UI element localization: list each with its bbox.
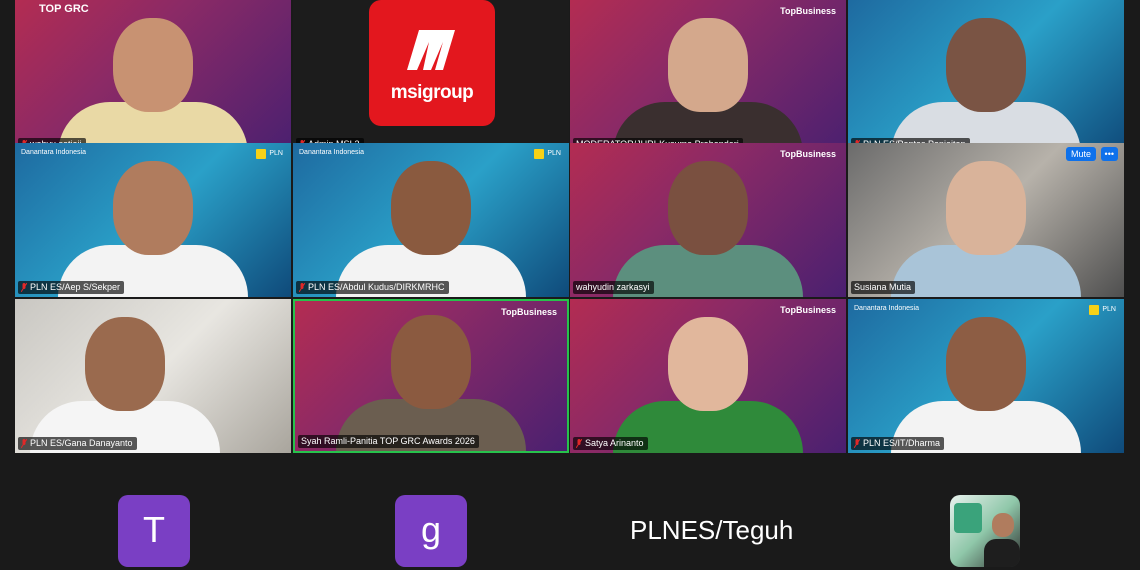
video-tile-3[interactable]: TopBusiness MODERATOR/JURI-Kusuma Praban… bbox=[570, 0, 846, 154]
person-body bbox=[984, 539, 1020, 567]
participant-video bbox=[58, 18, 248, 154]
pln-bolt-icon bbox=[1089, 305, 1100, 315]
video-tile-4[interactable]: PLN ES/Pantas Panjaitan bbox=[848, 0, 1124, 154]
video-tile-6[interactable]: Danantara Indonesia PLN PLN ES/Abdul Kud… bbox=[293, 143, 569, 297]
event-badge-icon bbox=[954, 503, 982, 533]
video-tile-5[interactable]: Danantara Indonesia PLN PLN ES/Aep S/Sek… bbox=[15, 143, 291, 297]
participant-video bbox=[613, 18, 803, 154]
video-tile-12[interactable]: Danantara Indonesia PLN PLN ES/IT/Dharma bbox=[848, 299, 1124, 453]
video-tile-10-active-speaker[interactable]: TopBusiness Syah Ramli-Panitia TOP GRC A… bbox=[293, 299, 569, 453]
participant-name-label: Susiana Mutia bbox=[851, 281, 916, 294]
participant-name-teguh[interactable]: PLNES/Teguh bbox=[630, 515, 793, 546]
participant-video bbox=[613, 317, 803, 453]
topbusiness-logo: TopBusiness bbox=[780, 305, 836, 315]
participant-video bbox=[58, 161, 248, 297]
grc-awards-logo: TOP GRC bbox=[39, 3, 89, 15]
pln-logo: PLN bbox=[1089, 305, 1116, 315]
msi-m-icon bbox=[407, 30, 455, 70]
participant-video bbox=[30, 317, 221, 453]
participant-avatar-t[interactable]: T bbox=[118, 495, 190, 567]
video-tile-2[interactable]: msigroup Admin MSI 3 bbox=[293, 0, 569, 154]
participant-strip: T g PLNES/Teguh bbox=[0, 457, 1140, 570]
mic-muted-icon bbox=[576, 439, 582, 448]
mic-muted-icon bbox=[299, 283, 305, 292]
participant-video bbox=[613, 161, 803, 297]
participant-name-label: wahyudin zarkasyi bbox=[573, 281, 654, 294]
video-tile-9[interactable]: PLN ES/Gana Danayanto bbox=[15, 299, 291, 453]
participant-video bbox=[336, 315, 526, 451]
mic-muted-icon bbox=[21, 283, 27, 292]
danantara-logo: Danantara Indonesia bbox=[854, 305, 919, 312]
participant-name-label: PLN ES/Abdul Kudus/DIRKMRHC bbox=[296, 281, 449, 294]
participant-name-label: PLN ES/Gana Danayanto bbox=[18, 437, 137, 450]
pln-bolt-icon bbox=[256, 149, 267, 159]
mute-button[interactable]: Mute bbox=[1065, 147, 1096, 161]
video-tile-8[interactable]: Mute ••• Susiana Mutia bbox=[848, 143, 1124, 297]
participant-video bbox=[891, 317, 1081, 453]
pln-bolt-icon bbox=[534, 149, 545, 159]
participant-name-label: PLN ES/Aep S/Sekper bbox=[18, 281, 125, 294]
participant-name-label: Syah Ramli-Panitia TOP GRC Awards 2026 bbox=[298, 435, 479, 448]
danantara-logo: Danantara Indonesia bbox=[21, 149, 86, 156]
participant-name-label: PLN ES/IT/Dharma bbox=[851, 437, 945, 450]
person-icon bbox=[992, 513, 1014, 537]
participant-avatar-g[interactable]: g bbox=[395, 495, 467, 567]
more-options-button[interactable]: ••• bbox=[1100, 147, 1118, 161]
mic-muted-icon bbox=[854, 439, 860, 448]
participant-profile-picture[interactable] bbox=[950, 495, 1020, 567]
msi-group-logo: msigroup bbox=[369, 0, 495, 126]
topbusiness-logo: TopBusiness bbox=[780, 149, 836, 159]
participant-video bbox=[891, 18, 1081, 154]
participant-video bbox=[336, 161, 526, 297]
topbusiness-logo: TopBusiness bbox=[780, 6, 836, 16]
participant-video bbox=[891, 161, 1081, 297]
video-tile-1[interactable]: TOP GRC wahyu setiaji bbox=[15, 0, 291, 154]
participant-name-label: Satya Arinanto bbox=[573, 437, 648, 450]
video-tile-7[interactable]: TopBusiness wahyudin zarkasyi bbox=[570, 143, 846, 297]
danantara-logo: Danantara Indonesia bbox=[299, 149, 364, 156]
mic-muted-icon bbox=[21, 439, 27, 448]
pln-logo: PLN bbox=[256, 149, 283, 159]
pln-logo: PLN bbox=[534, 149, 561, 159]
video-tile-11[interactable]: TopBusiness Satya Arinanto bbox=[570, 299, 846, 453]
